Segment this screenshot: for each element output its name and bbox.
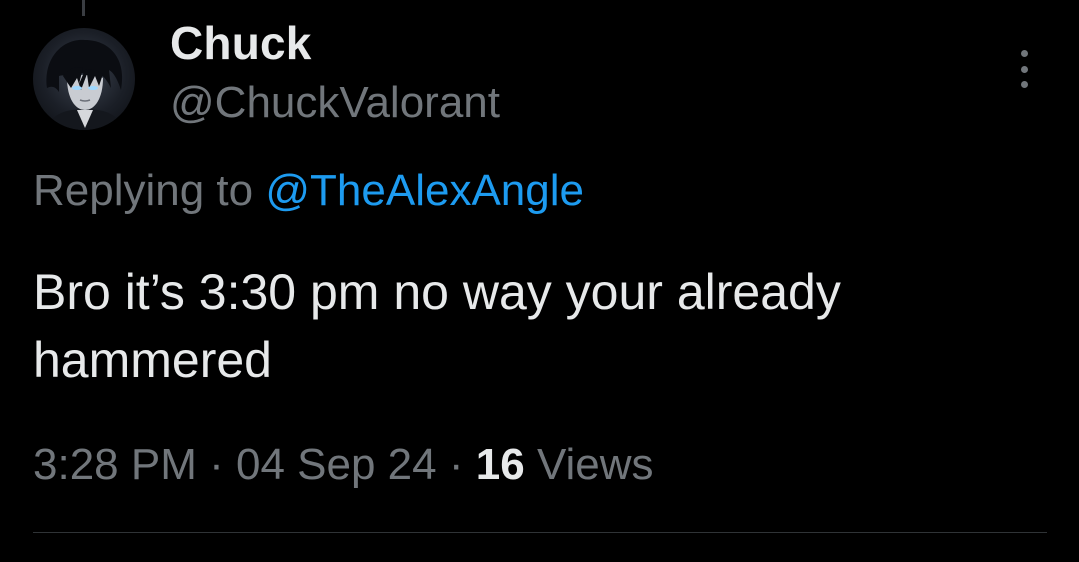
thread-connector-line <box>82 0 85 16</box>
more-options-icon[interactable] <box>1012 50 1036 88</box>
divider <box>33 532 1047 533</box>
meta-separator: · <box>209 440 224 489</box>
views-count[interactable]: 16 <box>476 440 525 489</box>
tweet-metadata: 3:28 PM · 04 Sep 24 · 16 Views <box>33 440 654 490</box>
more-dot <box>1020 81 1028 88</box>
replying-to-line: Replying to @TheAlexAngle <box>33 166 584 216</box>
tweet-text: Bro it’s 3:30 pm no way your already ham… <box>33 264 841 388</box>
tweet-date[interactable]: 04 Sep 24 <box>236 440 437 489</box>
tweet-time[interactable]: 3:28 PM <box>33 440 197 489</box>
avatar[interactable] <box>33 28 135 130</box>
display-name[interactable]: Chuck <box>170 16 312 70</box>
more-dot <box>1020 65 1028 73</box>
views-label[interactable]: Views <box>537 440 654 489</box>
avatar-image <box>46 39 123 130</box>
meta-separator: · <box>448 440 464 489</box>
replying-to-mention[interactable]: @TheAlexAngle <box>265 166 584 215</box>
more-dot <box>1020 50 1028 57</box>
user-handle[interactable]: @ChuckValorant <box>170 78 500 128</box>
replying-prefix: Replying to <box>33 166 254 215</box>
